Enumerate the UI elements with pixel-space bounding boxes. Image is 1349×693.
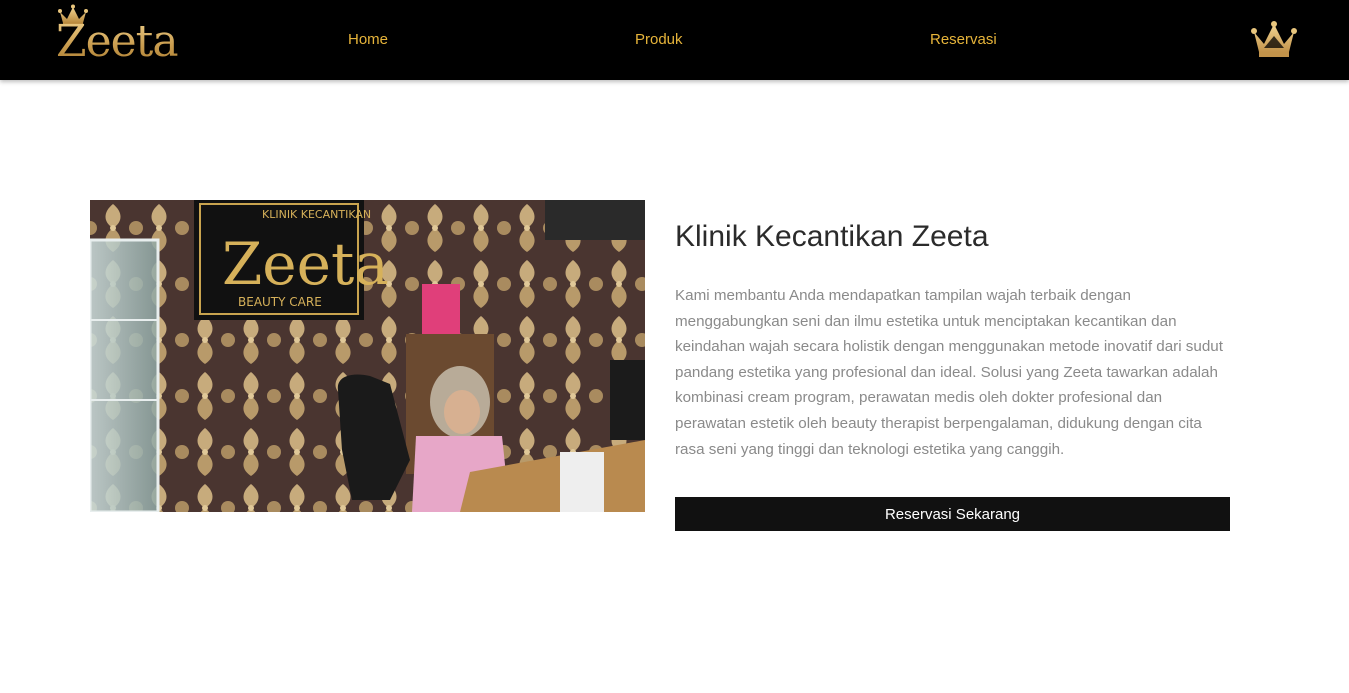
brand-name: Zeeta — [56, 16, 179, 67]
sign-beauty-care: BEAUTY CARE — [238, 295, 322, 309]
reservasi-sekarang-button[interactable]: Reservasi Sekarang — [675, 497, 1230, 531]
brand-logo[interactable]: Zeeta — [56, 4, 179, 67]
clinic-reception-photo: KLINIK KECANTIKAN Zeeta BEAUTY CARE — [90, 200, 645, 512]
intro-section: Klinik Kecantikan Zeeta Kami membantu An… — [675, 218, 1230, 458]
sign-clinic-label: KLINIK KECANTIKAN — [262, 208, 371, 221]
sign-brand: Zeeta — [222, 230, 389, 298]
crown-icon[interactable] — [1251, 20, 1297, 60]
navbar: Zeeta Home Produk Reservasi — [0, 0, 1349, 80]
intro-description: Kami membantu Anda mendapatkan tampilan … — [675, 287, 1223, 458]
nav-reservasi-link[interactable]: Reservasi — [930, 30, 997, 50]
nav-produk-link[interactable]: Produk — [635, 30, 683, 50]
page-title: Klinik Kecantikan Zeeta — [675, 220, 989, 253]
nav-home-link[interactable]: Home — [348, 30, 388, 50]
